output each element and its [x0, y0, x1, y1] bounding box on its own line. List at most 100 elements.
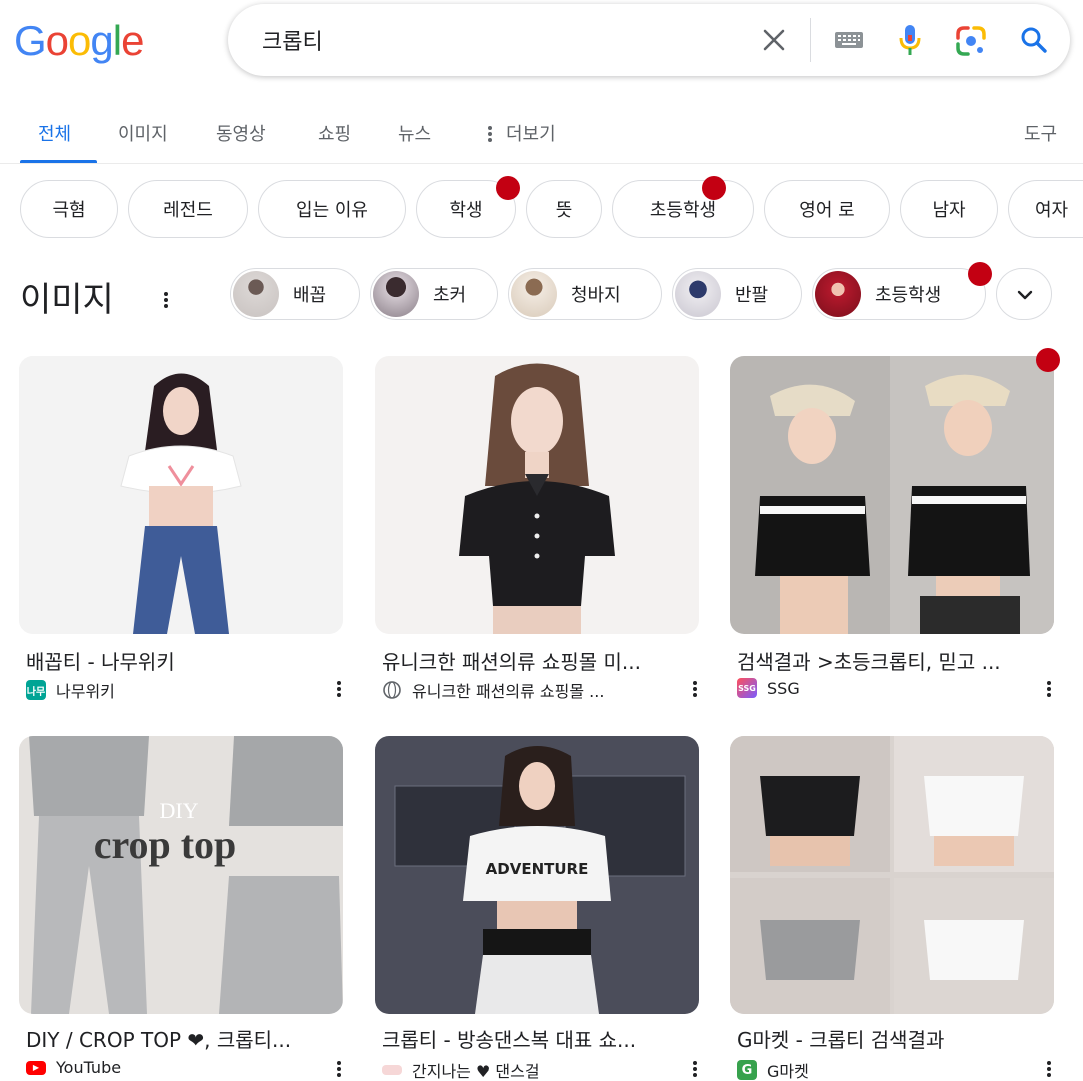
- search-box[interactable]: 크롭티: [228, 4, 1070, 76]
- image-filter-chip[interactable]: 반팔: [672, 268, 802, 320]
- result-image-art: ADVENTURE: [375, 736, 699, 1014]
- tab-videos[interactable]: 동영상: [216, 120, 266, 146]
- result-source-name: G마켓: [767, 1062, 809, 1081]
- result-source[interactable]: 간지나는 ♥ 댄스걸: [382, 1058, 682, 1081]
- chip-thumbnail: [511, 271, 557, 317]
- chip-thumbnail: [233, 271, 279, 317]
- marker-dot: [968, 262, 992, 286]
- result-image-art: [730, 736, 1054, 1014]
- filter-chip[interactable]: 뜻: [526, 180, 602, 238]
- chip-label: 청바지: [571, 285, 621, 306]
- result-image[interactable]: [19, 356, 343, 634]
- marker-dot: [496, 176, 520, 200]
- image-filter-chip[interactable]: 초등학생: [812, 268, 986, 320]
- search-divider: [810, 18, 811, 62]
- more-vert-icon[interactable]: [1044, 678, 1054, 700]
- image-filter-chip[interactable]: 배꼽: [230, 268, 360, 320]
- result-image-art: DIY crop top: [19, 736, 343, 1014]
- image-filter-chip[interactable]: 초커: [370, 268, 498, 320]
- favicon: G: [737, 1060, 757, 1080]
- more-vert-icon[interactable]: [1044, 1058, 1054, 1080]
- result-image[interactable]: ADVENTURE: [375, 736, 699, 1014]
- result-source[interactable]: ▶ YouTube: [26, 1058, 316, 1077]
- more-vert-icon[interactable]: [334, 678, 344, 700]
- search-icon[interactable]: [1016, 22, 1052, 58]
- filter-chip[interactable]: 여자: [1008, 180, 1083, 238]
- filter-chip[interactable]: 극혐: [20, 180, 118, 238]
- chip-label: 반팔: [735, 285, 769, 306]
- result-image[interactable]: [730, 356, 1054, 634]
- result-title[interactable]: 유니크한 패션의류 쇼핑몰 미...: [382, 646, 688, 675]
- favicon: [382, 1065, 402, 1075]
- tab-more[interactable]: 더보기: [506, 120, 556, 146]
- more-vert-icon[interactable]: [690, 1058, 700, 1080]
- tab-shopping[interactable]: 쇼핑: [318, 120, 351, 146]
- result-source[interactable]: SSG SSG: [737, 678, 1027, 698]
- logo-letter: e: [121, 17, 144, 64]
- image-text-adventure: ADVENTURE: [486, 860, 589, 878]
- logo-letter: o: [68, 17, 91, 64]
- images-section-title: 이미지: [20, 280, 114, 320]
- filter-chip[interactable]: 초등학생: [612, 180, 754, 238]
- more-vert-icon[interactable]: [334, 1058, 344, 1080]
- tab-images[interactable]: 이미지: [118, 120, 168, 146]
- chip-label: 초등학생: [875, 285, 942, 306]
- result-image[interactable]: DIY crop top: [19, 736, 343, 1014]
- active-tab-indicator: [20, 160, 97, 163]
- result-source[interactable]: 유니크한 패션의류 쇼핑몰 ...: [382, 678, 682, 702]
- logo-letter: o: [45, 17, 69, 64]
- result-image[interactable]: [375, 356, 699, 634]
- favicon: 나무: [26, 680, 46, 700]
- filter-chip[interactable]: 입는 이유: [258, 180, 406, 238]
- filter-chip[interactable]: 레전드: [128, 180, 248, 238]
- logo-letter: G: [14, 17, 47, 64]
- tab-news[interactable]: 뉴스: [398, 120, 431, 146]
- tools-button[interactable]: 도구: [1024, 120, 1057, 146]
- image-text-diy: DIY: [159, 798, 198, 823]
- expand-chips-button[interactable]: [996, 268, 1052, 320]
- image-text-crop-top: crop top: [94, 822, 237, 867]
- marker-dot: [1036, 348, 1060, 372]
- result-title[interactable]: 배꼽티 - 나무위키: [26, 646, 326, 675]
- result-title[interactable]: 검색결과 >초등크롭티, 믿고 ...: [737, 646, 1043, 675]
- chip-thumbnail: [373, 271, 419, 317]
- youtube-icon: ▶: [26, 1060, 46, 1075]
- result-image[interactable]: [730, 736, 1054, 1014]
- google-logo[interactable]: Google: [14, 16, 144, 66]
- keyboard-icon[interactable]: [834, 28, 864, 52]
- result-source-name: 간지나는 ♥ 댄스걸: [412, 1062, 540, 1081]
- result-image-art: [19, 356, 343, 634]
- chip-thumbnail: [675, 271, 721, 317]
- chip-label: 배꼽: [293, 285, 327, 306]
- result-source[interactable]: 나무 나무위키: [26, 678, 316, 702]
- marker-dot: [702, 176, 726, 200]
- result-title[interactable]: 크롭티 - 방송댄스복 대표 쇼...: [382, 1024, 688, 1053]
- result-image-art: [375, 356, 699, 634]
- microphone-icon[interactable]: [896, 22, 924, 58]
- result-source[interactable]: G G마켓: [737, 1058, 1027, 1081]
- result-title[interactable]: DIY / CROP TOP ❤, 크롭티...: [26, 1024, 332, 1053]
- result-source-name: 유니크한 패션의류 쇼핑몰 ...: [412, 682, 605, 701]
- result-title[interactable]: G마켓 - 크롭티 검색결과: [737, 1024, 1043, 1053]
- chevron-down-icon: [1017, 290, 1033, 300]
- favicon: SSG: [737, 678, 757, 698]
- search-input[interactable]: 크롭티: [262, 24, 323, 56]
- google-lens-icon[interactable]: [954, 24, 988, 58]
- filter-chip[interactable]: 영어 로: [764, 180, 890, 238]
- more-vert-icon[interactable]: [690, 678, 700, 700]
- result-source-name: SSG: [767, 678, 800, 698]
- result-source-name: YouTube: [56, 1058, 122, 1077]
- globe-icon: [383, 681, 401, 699]
- logo-letter: l: [112, 17, 122, 64]
- search-tabs: 전체 이미지 동영상 쇼핑 뉴스 더보기 도구: [0, 110, 1083, 164]
- filter-chip[interactable]: 남자: [900, 180, 998, 238]
- chip-label: 초커: [433, 285, 467, 306]
- result-image-art: [730, 356, 1054, 634]
- tab-all[interactable]: 전체: [38, 120, 71, 146]
- more-vert-icon[interactable]: [160, 288, 172, 312]
- chip-thumbnail: [815, 271, 861, 317]
- more-vert-icon[interactable]: [485, 122, 495, 146]
- image-filter-chip[interactable]: 청바지: [508, 268, 662, 320]
- close-icon[interactable]: [756, 22, 792, 58]
- result-source-name: 나무위키: [56, 682, 115, 701]
